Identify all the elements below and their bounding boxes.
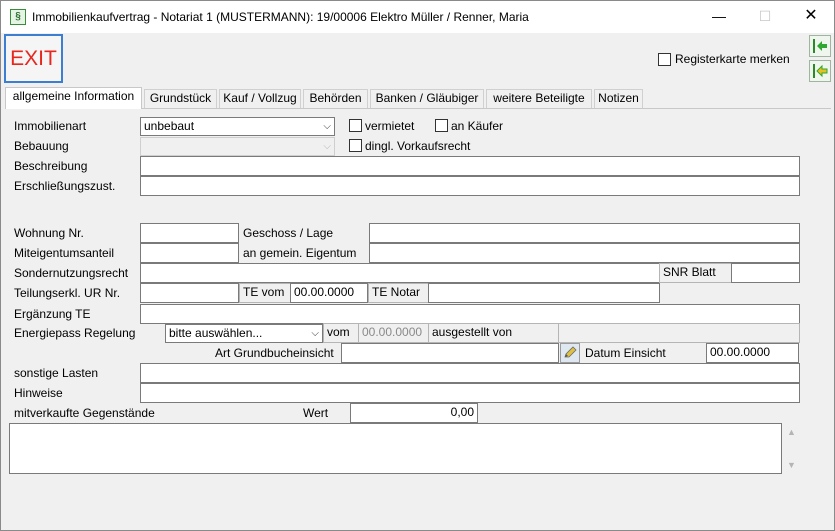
- snr-blatt-label: SNR Blatt: [659, 263, 732, 283]
- immobilienart-select[interactable]: unbebaut ⌵: [140, 117, 335, 136]
- pencil-icon: [564, 346, 577, 358]
- miteigentum-input[interactable]: [140, 243, 239, 263]
- mitverkauft-label: mitverkaufte Gegenstände: [14, 406, 155, 420]
- arrow-left-bar-icon: [813, 39, 827, 53]
- te-vom-label: TE vom: [239, 283, 291, 303]
- snr-blatt-input[interactable]: [731, 263, 800, 283]
- tab-bar: allgemeine Information Grundstück Kauf /…: [5, 87, 831, 109]
- geschoss-input[interactable]: [369, 223, 800, 243]
- teilung-label: Teilungserkl. UR Nr.: [14, 286, 121, 300]
- ausgestellt-label: ausgestellt von: [428, 323, 559, 343]
- tab-notizen[interactable]: Notizen: [594, 89, 643, 108]
- gemein-eigentum-label: an gemein. Eigentum: [243, 246, 357, 260]
- grundbuch-input[interactable]: [341, 343, 559, 363]
- energie-vom-input[interactable]: 00.00.0000: [358, 323, 429, 343]
- chevron-down-icon: ⌵: [311, 328, 319, 339]
- vermietet-checkbox[interactable]: [349, 119, 362, 132]
- wert-input[interactable]: 0,00: [350, 403, 478, 423]
- tab-kauf-vollzug[interactable]: Kauf / Vollzug: [219, 89, 301, 108]
- geschoss-label: Geschoss / Lage: [243, 226, 334, 240]
- register-merken-label: Registerkarte merken: [675, 52, 790, 66]
- energiepass-label: Energiepass Regelung: [14, 326, 136, 340]
- wohnung-input[interactable]: [140, 223, 239, 243]
- tab-allgemeine-information[interactable]: allgemeine Information: [5, 87, 142, 109]
- miteigentum-label: Miteigentumsanteil: [14, 246, 115, 260]
- tab-weitere-beteiligte[interactable]: weitere Beteiligte: [486, 89, 592, 108]
- ergaenzung-label: Ergänzung TE: [14, 307, 91, 321]
- maximize-button[interactable]: ☐: [742, 1, 788, 33]
- wohnung-label: Wohnung Nr.: [14, 226, 84, 240]
- sondernutzung-label: Sondernutzungsrecht: [14, 266, 129, 280]
- te-notar-label: TE Notar: [368, 283, 429, 303]
- vorkaufsrecht-label: dingl. Vorkaufsrecht: [365, 139, 471, 153]
- nav-back-button[interactable]: [809, 35, 831, 57]
- immobilienart-value: unbebaut: [144, 119, 195, 133]
- bebauung-label: Bebauung: [14, 139, 69, 153]
- energie-vom-label: vom: [323, 323, 359, 343]
- tab-grundstueck[interactable]: Grundstück: [144, 89, 217, 108]
- hinweise-label: Hinweise: [14, 386, 63, 400]
- exit-button[interactable]: EXIT: [4, 34, 63, 83]
- tab-banken-glaeubiger[interactable]: Banken / Gläubiger: [370, 89, 484, 108]
- sondernutzung-input[interactable]: [140, 263, 660, 283]
- beschreibung-label: Beschreibung: [14, 159, 88, 173]
- application-window: § Immobilienkaufvertrag - Notariat 1 (MU…: [0, 0, 835, 531]
- paragraph-icon: §: [10, 9, 26, 25]
- teilung-input[interactable]: [140, 283, 239, 303]
- bebauung-select[interactable]: ⌵: [140, 137, 335, 156]
- datum-einsicht-input[interactable]: 00.00.0000: [706, 343, 799, 363]
- mitverkauft-textarea[interactable]: [9, 423, 782, 474]
- vermietet-label: vermietet: [365, 119, 415, 133]
- gemein-eigentum-input[interactable]: [369, 243, 800, 263]
- te-notar-input[interactable]: [428, 283, 660, 303]
- title-bar[interactable]: § Immobilienkaufvertrag - Notariat 1 (MU…: [1, 1, 834, 33]
- ausgestellt-input[interactable]: [558, 323, 800, 343]
- an-kaeufer-checkbox[interactable]: [435, 119, 448, 132]
- datum-einsicht-label: Datum Einsicht: [585, 346, 666, 360]
- immobilienart-label: Immobilienart: [14, 119, 87, 133]
- energie-vom-value: 00.00.0000: [362, 325, 423, 339]
- energiepass-select[interactable]: bitte auswählen... ⌵: [165, 324, 323, 343]
- window-title: Immobilienkaufvertrag - Notariat 1 (MUST…: [32, 10, 529, 24]
- minimize-button[interactable]: —: [696, 1, 742, 33]
- scroll-up-icon[interactable]: ▲: [787, 427, 796, 437]
- arrow-left-bar-yellow-icon: [813, 64, 828, 78]
- chevron-down-icon: ⌵: [323, 141, 331, 152]
- vorkaufsrecht-checkbox[interactable]: [349, 139, 362, 152]
- tab-behoerden[interactable]: Behörden: [303, 89, 368, 108]
- erschliessung-input[interactable]: [140, 176, 800, 196]
- an-kaeufer-label: an Käufer: [451, 119, 504, 133]
- hinweise-input[interactable]: [140, 383, 800, 403]
- nav-back-alt-button[interactable]: [809, 60, 831, 82]
- grundbuch-edit-button[interactable]: [560, 343, 580, 363]
- ergaenzung-input[interactable]: [140, 304, 800, 324]
- register-merken-checkbox[interactable]: [658, 53, 671, 66]
- scroll-down-icon[interactable]: ▼: [787, 460, 796, 470]
- grundbuch-label: Art Grundbucheinsicht: [215, 346, 334, 360]
- sonstige-lasten-input[interactable]: [140, 363, 800, 383]
- close-button[interactable]: ✕: [788, 1, 834, 33]
- chevron-down-icon: ⌵: [323, 121, 331, 132]
- te-vom-input[interactable]: 00.00.0000: [290, 283, 368, 303]
- erschliessung-label: Erschließungszust.: [14, 179, 116, 193]
- beschreibung-input[interactable]: [140, 156, 800, 176]
- sonstige-lasten-label: sonstige Lasten: [14, 366, 99, 380]
- wert-label: Wert: [303, 406, 329, 420]
- energiepass-value: bitte auswählen...: [169, 326, 263, 340]
